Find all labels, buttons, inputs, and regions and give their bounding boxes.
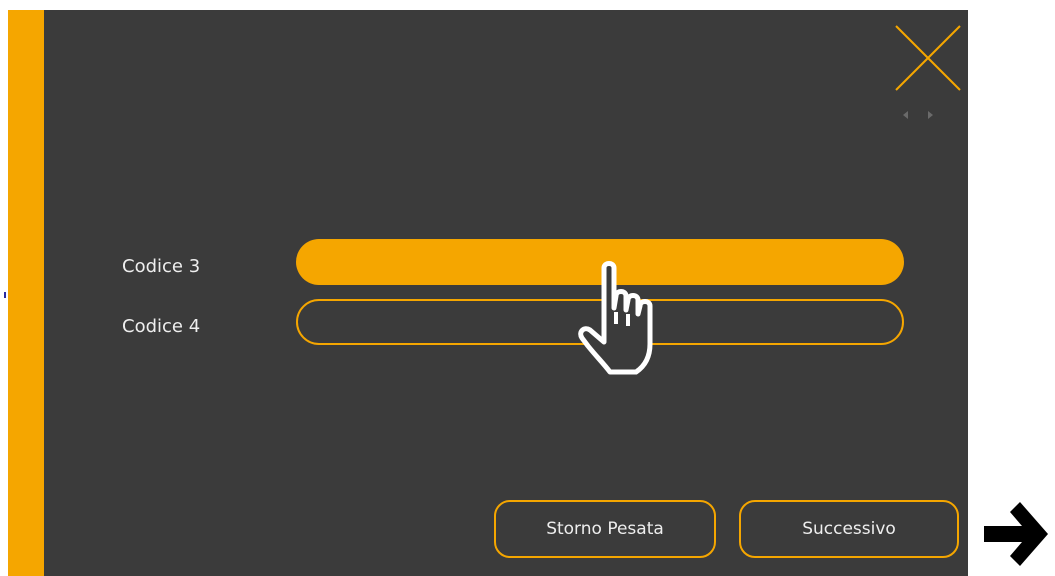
field-label-codice-4: Codice 4 [122,316,201,337]
accent-bar [8,10,44,576]
field-label-codice-3: Codice 3 [122,256,201,277]
codice-3-input[interactable] [296,239,904,285]
close-icon[interactable] [892,22,964,94]
page-arrows-icon[interactable] [898,108,938,122]
side-marker [4,292,6,298]
right-arrow-icon [980,492,1052,576]
codice-4-input[interactable] [296,299,904,345]
storno-pesata-button[interactable]: Storno Pesata [494,500,716,558]
successivo-button[interactable]: Successivo [739,500,959,558]
dialog-panel: Codice 3 Codice 4 Storno Pesata Successi… [8,10,968,576]
